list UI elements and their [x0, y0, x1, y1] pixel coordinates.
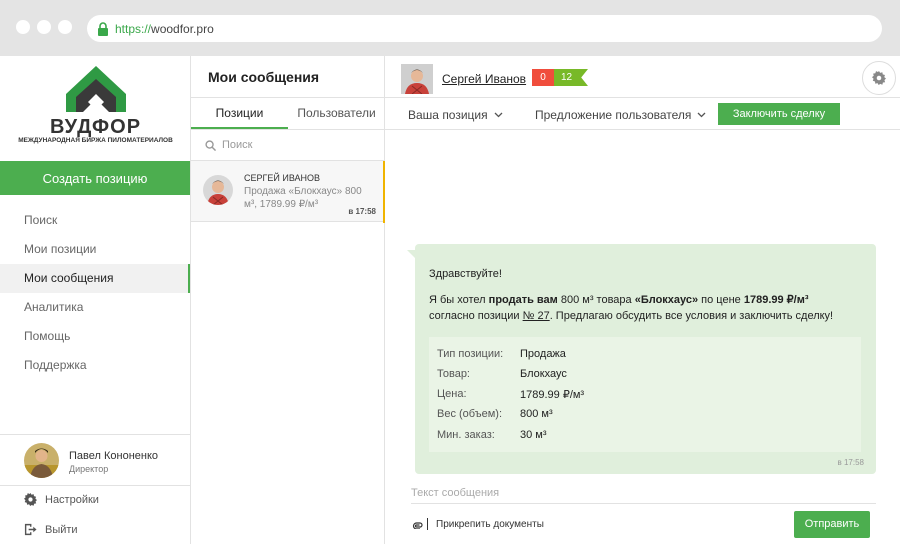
detail-value: 30 м³	[520, 429, 547, 441]
search-placeholder: Поиск	[222, 139, 253, 151]
send-button[interactable]: Отправить	[794, 511, 870, 538]
message-text-bold: продать вам	[488, 294, 558, 306]
sidebar: ВУДФОР МЕЖДУНАРОДНАЯ БИРЖА ПИЛОМАТЕРИАЛО…	[0, 56, 191, 544]
logout-label: Выйти	[45, 523, 78, 536]
user-role: Директор	[69, 464, 109, 474]
message-greeting: Здравствуйте!	[429, 268, 502, 280]
detail-label: Товар:	[437, 368, 470, 380]
detail-value: 800 м³	[520, 408, 553, 420]
paperclip-icon	[412, 522, 423, 529]
lock-icon	[98, 21, 108, 36]
user-name: Павел Кононенко	[69, 450, 159, 462]
message-text-bold: «Блокхаус»	[634, 294, 699, 306]
settings-label: Настройки	[45, 493, 99, 506]
search-input[interactable]: Поиск	[205, 139, 252, 151]
sidebar-item-help[interactable]: Помощь	[0, 322, 190, 351]
logout-link[interactable]: Выйти	[24, 523, 78, 536]
sidebar-item-search[interactable]: Поиск	[0, 206, 190, 235]
list-item[interactable]: СЕРГЕЙ ИВАНОВ Продажа «Блокхаус» 800 м³,…	[191, 160, 385, 223]
url-host: woodfor.pro	[151, 21, 214, 36]
detail-value: Блокхаус	[520, 368, 567, 380]
conversation-panel: Сергей Иванов 0 12 Ваша позиция Предложе…	[385, 56, 900, 544]
window-dot-icon[interactable]	[16, 20, 30, 34]
chevron-down-icon	[697, 112, 706, 118]
brand-tagline: МЕЖДУНАРОДНАЯ БИРЖА ПИЛОМАТЕРИАЛОВ	[18, 137, 173, 144]
user-offer-label: Предложение пользователя	[535, 108, 692, 122]
brand-name: ВУДФОР	[49, 116, 142, 138]
attach-label: Прикрепить документы	[436, 518, 544, 530]
conversation-header: Сергей Иванов 0 12	[385, 56, 900, 98]
negative-rating-badge: 0	[532, 69, 554, 86]
browser-chrome: https:// woodfor.pro	[0, 0, 900, 56]
search-icon	[205, 139, 216, 151]
avatar	[203, 175, 233, 205]
detail-label: Цена:	[437, 388, 467, 400]
messages-panel: Мои сообщения Позиции Пользователи Поиск	[191, 56, 385, 544]
logo[interactable]: ВУДФОР МЕЖДУНАРОДНАЯ БИРЖА ПИЛОМАТЕРИАЛО…	[0, 56, 191, 161]
message-text-bold: 1789.99 ₽/м³	[743, 294, 809, 306]
your-position-label: Ваша позиция	[408, 108, 488, 122]
user-profile[interactable]: Павел Кононенко Директор	[0, 434, 190, 486]
settings-link[interactable]: Настройки	[24, 493, 99, 506]
tab-positions[interactable]: Позиции	[191, 98, 288, 129]
gear-icon	[24, 493, 37, 506]
logo-roof-icon	[66, 66, 126, 112]
address-bar[interactable]: https:// woodfor.pro	[87, 15, 882, 42]
avatar	[24, 443, 59, 478]
detail-label: Мин. заказ:	[437, 429, 495, 441]
create-position-button[interactable]: Создать позицию	[0, 161, 190, 195]
window-dot-icon[interactable]	[58, 20, 72, 34]
message-text-part: согласно позиции	[429, 310, 523, 322]
detail-value: 1789.99 ₽/м³	[520, 389, 585, 401]
url-scheme: https://	[115, 21, 152, 36]
logout-icon	[24, 523, 37, 536]
thread-time: в 17:58	[348, 207, 376, 216]
message-text-part: по цене	[698, 294, 744, 306]
attach-documents-button[interactable]: Прикрепить документы	[409, 518, 544, 530]
sidebar-item-my-positions[interactable]: Мои позиции	[0, 235, 190, 264]
detail-value: Продажа	[520, 348, 566, 360]
sidebar-item-support[interactable]: Поддержка	[0, 351, 190, 380]
avatar[interactable]	[401, 64, 433, 94]
sidebar-item-analytics[interactable]: Аналитика	[0, 293, 190, 322]
message-text: Я бы хотел продать вам 800 м³ товара «Бл…	[429, 292, 869, 324]
app-window: ВУДФОР МЕЖДУНАРОДНАЯ БИРЖА ПИЛОМАТЕРИАЛО…	[0, 56, 900, 544]
thread-name: СЕРГЕЙ ИВАНОВ	[244, 173, 321, 183]
settings-button[interactable]	[862, 61, 896, 95]
sidebar-item-my-messages[interactable]: Мои сообщения	[0, 264, 190, 293]
messages-tabs: Позиции Пользователи	[191, 98, 385, 130]
chevron-down-icon	[494, 112, 503, 118]
message-text-part: Я бы хотел	[429, 294, 489, 306]
detail-label: Вес (объем):	[437, 408, 503, 420]
tab-users[interactable]: Пользователи	[288, 98, 385, 129]
position-details: Тип позиции: Продажа Товар: Блокхаус Цен…	[429, 337, 861, 452]
divider	[427, 518, 428, 530]
message-text-part: 800 м³ товара	[557, 294, 635, 306]
gear-icon	[872, 71, 886, 85]
message-input[interactable]: Текст сообщения	[411, 487, 876, 504]
message-bubble: Здравствуйте! Я бы хотел продать вам 800…	[407, 244, 876, 474]
message-text-part: . Предлагаю обсудить все условия и заклю…	[549, 310, 834, 322]
page-title: Мои сообщения	[208, 69, 320, 85]
make-deal-button[interactable]: Заключить сделку	[718, 103, 840, 125]
your-position-dropdown[interactable]: Ваша позиция	[408, 108, 503, 122]
message-time: в 17:58	[837, 458, 865, 467]
window-dot-icon[interactable]	[37, 20, 51, 34]
detail-label: Тип позиции:	[437, 348, 504, 360]
sidebar-nav: Поиск Мои позиции Мои сообщения Аналитик…	[0, 206, 190, 380]
messages-header: Мои сообщения	[191, 56, 385, 98]
contact-name-link[interactable]: Сергей Иванов	[442, 72, 526, 86]
user-offer-dropdown[interactable]: Предложение пользователя	[535, 108, 706, 122]
conversation-toolbar: Ваша позиция Предложение пользователя За…	[385, 98, 900, 130]
position-number-link[interactable]: № 27	[523, 310, 550, 322]
positive-rating-badge: 12	[554, 69, 588, 86]
